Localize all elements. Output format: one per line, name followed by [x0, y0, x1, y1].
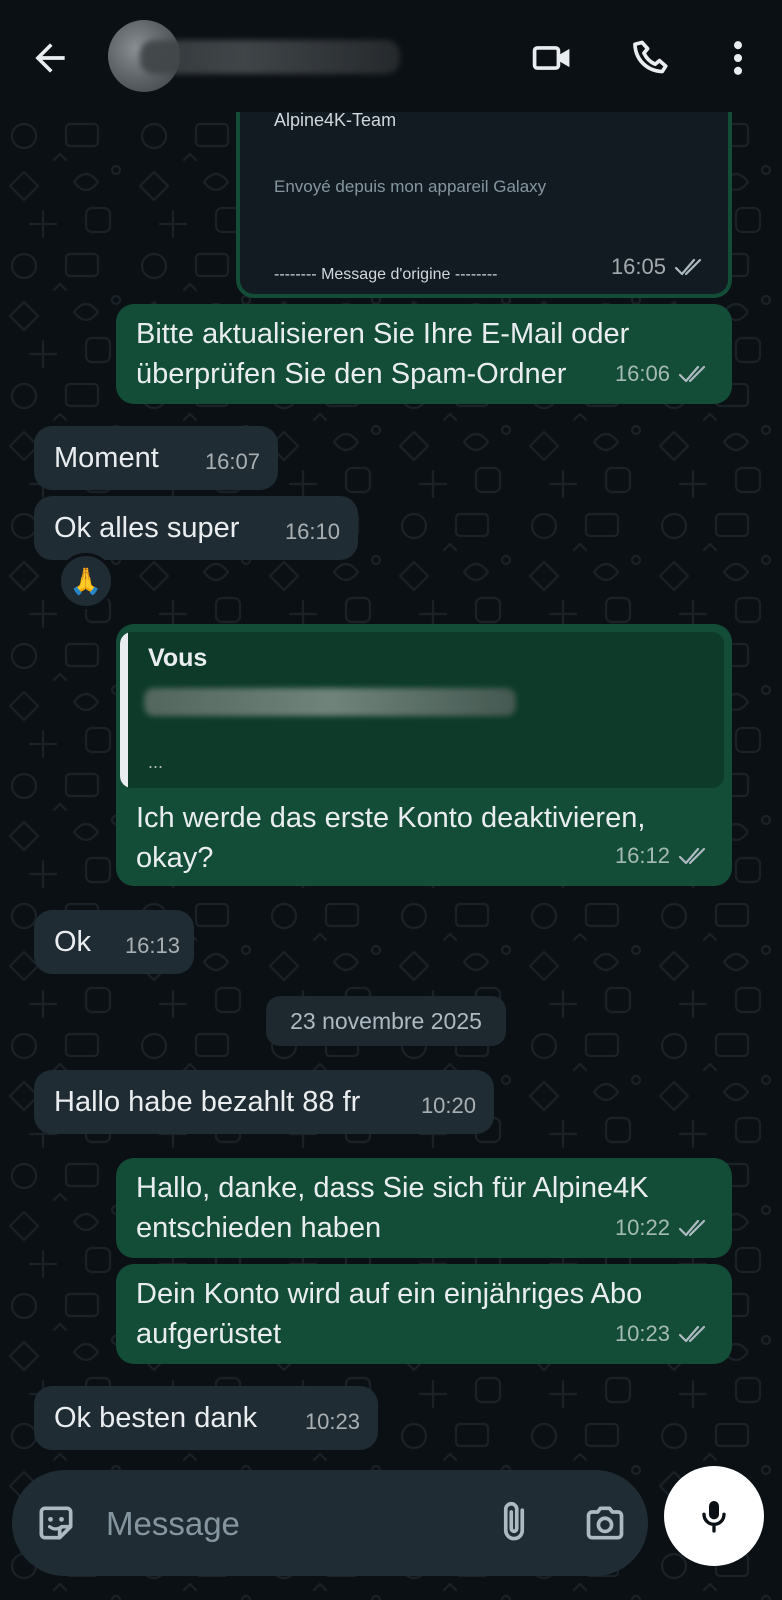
microphone-button[interactable]	[664, 1466, 764, 1566]
phone-icon[interactable]	[630, 36, 674, 80]
incoming-message[interactable]: Hallo habe bezahlt 88 fr 10:20	[34, 1070, 494, 1134]
message-time: 16:07	[204, 449, 260, 474]
outgoing-message[interactable]: Dein Konto wird auf ein einjähriges Abo …	[116, 1264, 732, 1364]
message-text: Ich werde das erste Konto deaktivieren, …	[136, 802, 646, 874]
quote-ellipsis: ...	[148, 752, 164, 772]
message-text: Hallo habe bezahlt 88 fr	[54, 1086, 361, 1118]
message-time: 10:23	[304, 1409, 360, 1434]
sticker-icon[interactable]	[34, 1501, 78, 1545]
outgoing-message[interactable]: Hallo, danke, dass Sie sich für Alpine4K…	[116, 1158, 732, 1258]
message-meta: 16:13	[125, 926, 180, 966]
contact-name-redacted[interactable]	[140, 40, 400, 74]
double-check-icon	[678, 365, 706, 383]
more-vertical-icon[interactable]	[716, 36, 760, 80]
outgoing-message[interactable]: Bitte aktualisieren Sie Ihre E-Mail oder…	[116, 304, 732, 404]
quote-accent-bar	[120, 632, 128, 788]
chat-header	[0, 0, 782, 112]
quote-text-redacted	[144, 688, 516, 716]
message-reaction[interactable]: 🙏	[58, 553, 114, 609]
double-check-icon	[678, 1325, 706, 1343]
message-meta: 16:07	[205, 442, 260, 482]
message-time: 10:22	[614, 1215, 670, 1240]
incoming-message[interactable]: Moment 16:07	[34, 426, 278, 490]
quoted-reply[interactable]: Vous ...	[120, 632, 724, 788]
message-meta: 10:20	[421, 1086, 476, 1126]
message-time: 16:12	[614, 843, 670, 868]
camera-icon[interactable]	[582, 1501, 628, 1545]
message-time: 16:10	[284, 519, 340, 544]
message-meta: 16:12	[615, 836, 712, 876]
forwarded-sender-name: Alpine4K-Team	[274, 110, 397, 130]
message-meta: 10:23	[305, 1402, 360, 1442]
message-composer	[12, 1470, 648, 1576]
message-time: 10:23	[614, 1321, 670, 1346]
incoming-message[interactable]: Ok 16:13	[34, 910, 194, 974]
message-meta: 16:06	[615, 354, 712, 394]
message-time: 16:13	[124, 933, 180, 958]
message-time: 16:05	[610, 254, 666, 279]
double-check-icon	[678, 847, 706, 865]
message-input[interactable]	[104, 1500, 448, 1548]
incoming-message[interactable]: Ok alles super 16:10	[34, 496, 358, 560]
video-camera-icon[interactable]	[530, 36, 574, 80]
message-time: 10:20	[420, 1093, 476, 1118]
incoming-message[interactable]: Ok besten dank 10:23	[34, 1386, 378, 1450]
quote-author: Vous	[148, 644, 208, 672]
forwarded-original-marker: -------- Message d'origine --------	[274, 266, 498, 283]
forwarded-email-message[interactable]: Alpine4K-Team Envoyé depuis mon appareil…	[236, 100, 732, 298]
arrow-left-icon[interactable]	[28, 36, 72, 80]
double-check-icon	[678, 1219, 706, 1237]
double-check-icon	[674, 258, 702, 276]
date-separator: 23 novembre 2025	[266, 996, 506, 1046]
forwarded-signature: Envoyé depuis mon appareil Galaxy	[274, 177, 547, 196]
message-meta: 16:05	[611, 254, 708, 280]
message-meta: 10:23	[615, 1314, 712, 1354]
message-meta: 16:10	[285, 512, 340, 552]
message-meta: 10:22	[615, 1208, 712, 1248]
message-time: 16:06	[614, 361, 670, 386]
microphone-icon	[702, 1501, 726, 1533]
paperclip-icon[interactable]	[492, 1499, 536, 1547]
